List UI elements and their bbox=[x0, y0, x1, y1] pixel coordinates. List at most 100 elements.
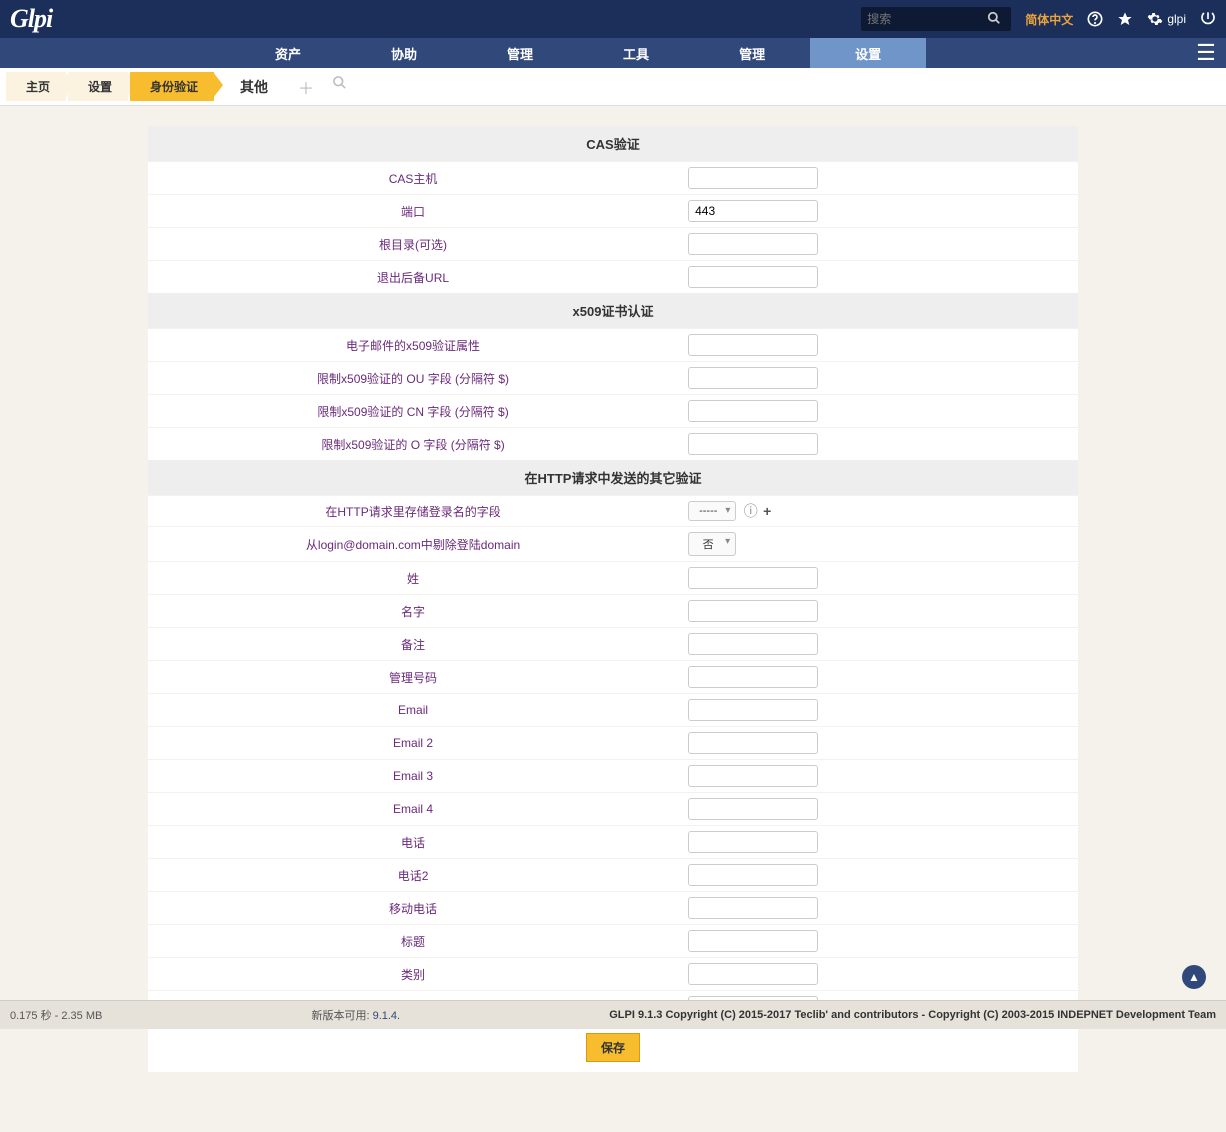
label-cas-host: CAS主机 bbox=[148, 162, 678, 195]
hamburger-icon[interactable]: ☰ bbox=[1186, 38, 1226, 68]
footer-version-text: 新版本可用: bbox=[311, 1010, 372, 1022]
input-http-email2[interactable] bbox=[688, 732, 818, 754]
search-input[interactable] bbox=[861, 9, 981, 29]
nav-assets[interactable]: 资产 bbox=[230, 38, 346, 68]
input-http-firstname[interactable] bbox=[688, 600, 818, 622]
dropdown-http-stripdomain[interactable]: 否 bbox=[688, 532, 736, 556]
input-http-phone2[interactable] bbox=[688, 864, 818, 886]
logout-icon[interactable] bbox=[1200, 11, 1216, 27]
footer-version-link[interactable]: 9.1.4. bbox=[373, 1010, 401, 1022]
label-x509-email: 电子邮件的x509验证属性 bbox=[148, 329, 678, 362]
input-http-title[interactable] bbox=[688, 930, 818, 952]
footer-timing: 0.175 秒 - 2.35 MB bbox=[10, 1007, 102, 1023]
page-title: 其他 bbox=[240, 77, 268, 97]
breadcrumb-setup[interactable]: 设置 bbox=[68, 72, 128, 101]
plus-icon[interactable]: + bbox=[763, 503, 771, 519]
label-cas-logout: 退出后备URL bbox=[148, 261, 678, 294]
settings-user[interactable]: glpi bbox=[1147, 11, 1186, 27]
row-http-email2: Email 2 bbox=[148, 727, 1078, 760]
info-icon[interactable]: ⓘ bbox=[744, 501, 758, 521]
label-http-email4: Email 4 bbox=[148, 793, 678, 826]
language-link[interactable]: 简体中文 bbox=[1025, 11, 1073, 28]
star-icon[interactable] bbox=[1117, 11, 1133, 27]
nav-tools[interactable]: 工具 bbox=[578, 38, 694, 68]
nav-manage1[interactable]: 管理 bbox=[462, 38, 578, 68]
scroll-top-icon[interactable]: ▲ bbox=[1182, 965, 1206, 989]
logo[interactable]: lpi bbox=[10, 4, 52, 34]
input-http-mobile[interactable] bbox=[688, 897, 818, 919]
logo-text: lpi bbox=[28, 4, 52, 33]
input-http-email1[interactable] bbox=[688, 699, 818, 721]
label-http-comment: 备注 bbox=[148, 628, 678, 661]
page-actions: ＋ bbox=[298, 75, 347, 99]
search-box bbox=[861, 7, 1011, 31]
nav-assist[interactable]: 协助 bbox=[346, 38, 462, 68]
header-right: 简体中文 glpi bbox=[861, 7, 1216, 31]
footer-version: 新版本可用: 9.1.4. bbox=[311, 1007, 400, 1023]
breadcrumb-auth[interactable]: 身份验证 bbox=[130, 72, 214, 101]
row-http-email4: Email 4 bbox=[148, 793, 1078, 826]
row-http-comment: 备注 bbox=[148, 628, 1078, 661]
footer-copyright: GLPI 9.1.3 Copyright (C) 2015-2017 Tecli… bbox=[609, 1009, 1216, 1021]
label-http-title: 标题 bbox=[148, 925, 678, 958]
search-page-icon[interactable] bbox=[332, 75, 347, 99]
row-http-regnum: 管理号码 bbox=[148, 661, 1078, 694]
main-nav: 资产 协助 管理 工具 管理 设置 ☰ bbox=[0, 38, 1226, 68]
input-x509-cn[interactable] bbox=[688, 400, 818, 422]
row-http-phone2: 电话2 bbox=[148, 859, 1078, 892]
dropdown-http-loginfield[interactable]: ----- bbox=[688, 501, 736, 521]
gear-icon bbox=[1147, 11, 1163, 27]
input-cas-host[interactable] bbox=[688, 167, 818, 189]
label-http-stripdomain: 从login@domain.com中剔除登陆domain bbox=[148, 527, 678, 562]
row-http-email1: Email bbox=[148, 694, 1078, 727]
search-icon[interactable] bbox=[981, 11, 1007, 28]
row-x509-o: 限制x509验证的 O 字段 (分隔符 $) bbox=[148, 428, 1078, 461]
label-http-category: 类别 bbox=[148, 958, 678, 991]
nav-manage2[interactable]: 管理 bbox=[694, 38, 810, 68]
row-http-stripdomain: 从login@domain.com中剔除登陆domain 否 bbox=[148, 527, 1078, 562]
input-x509-ou[interactable] bbox=[688, 367, 818, 389]
help-icon[interactable] bbox=[1087, 11, 1103, 27]
save-row: 保存 bbox=[148, 1023, 1078, 1072]
breadcrumb-home[interactable]: 主页 bbox=[6, 72, 66, 101]
label-http-email2: Email 2 bbox=[148, 727, 678, 760]
row-cas-rootdir: 根目录(可选) bbox=[148, 228, 1078, 261]
input-http-category[interactable] bbox=[688, 963, 818, 985]
label-http-loginfield: 在HTTP请求里存储登录名的字段 bbox=[148, 496, 678, 527]
input-http-regnum[interactable] bbox=[688, 666, 818, 688]
content-area: CAS验证 CAS主机 端口 根目录(可选) 退出后备URL x509证书认证 … bbox=[0, 106, 1226, 1132]
input-cas-port[interactable] bbox=[688, 200, 818, 222]
input-cas-logout[interactable] bbox=[688, 266, 818, 288]
input-http-surname[interactable] bbox=[688, 567, 818, 589]
input-x509-o[interactable] bbox=[688, 433, 818, 455]
breadcrumb: 主页 设置 身份验证 其他 ＋ bbox=[0, 68, 1226, 106]
row-cas-host: CAS主机 bbox=[148, 162, 1078, 195]
section-http-header: 在HTTP请求中发送的其它验证 bbox=[148, 460, 1078, 496]
app-header: lpi 简体中文 glpi bbox=[0, 0, 1226, 38]
row-http-mobile: 移动电话 bbox=[148, 892, 1078, 925]
nav-setup[interactable]: 设置 bbox=[810, 38, 926, 68]
label-cas-port: 端口 bbox=[148, 195, 678, 228]
label-http-mobile: 移动电话 bbox=[148, 892, 678, 925]
row-http-firstname: 名字 bbox=[148, 595, 1078, 628]
save-button[interactable]: 保存 bbox=[586, 1033, 640, 1062]
input-http-email3[interactable] bbox=[688, 765, 818, 787]
input-http-comment[interactable] bbox=[688, 633, 818, 655]
row-http-email3: Email 3 bbox=[148, 760, 1078, 793]
label-http-email3: Email 3 bbox=[148, 760, 678, 793]
add-icon[interactable]: ＋ bbox=[298, 75, 314, 99]
input-x509-email[interactable] bbox=[688, 334, 818, 356]
label-http-phone: 电话 bbox=[148, 826, 678, 859]
user-label: glpi bbox=[1167, 12, 1186, 26]
input-http-phone[interactable] bbox=[688, 831, 818, 853]
input-http-email4[interactable] bbox=[688, 798, 818, 820]
input-cas-rootdir[interactable] bbox=[688, 233, 818, 255]
row-x509-email: 电子邮件的x509验证属性 bbox=[148, 329, 1078, 362]
footer: 0.175 秒 - 2.35 MB 新版本可用: 9.1.4. GLPI 9.1… bbox=[0, 1000, 1226, 1029]
row-x509-ou: 限制x509验证的 OU 字段 (分隔符 $) bbox=[148, 362, 1078, 395]
row-http-loginfield: 在HTTP请求里存储登录名的字段 ----- ⓘ + bbox=[148, 496, 1078, 527]
label-http-email1: Email bbox=[148, 694, 678, 727]
label-http-phone2: 电话2 bbox=[148, 859, 678, 892]
row-cas-logout: 退出后备URL bbox=[148, 261, 1078, 294]
settings-form: CAS验证 CAS主机 端口 根目录(可选) 退出后备URL x509证书认证 … bbox=[148, 126, 1078, 1072]
